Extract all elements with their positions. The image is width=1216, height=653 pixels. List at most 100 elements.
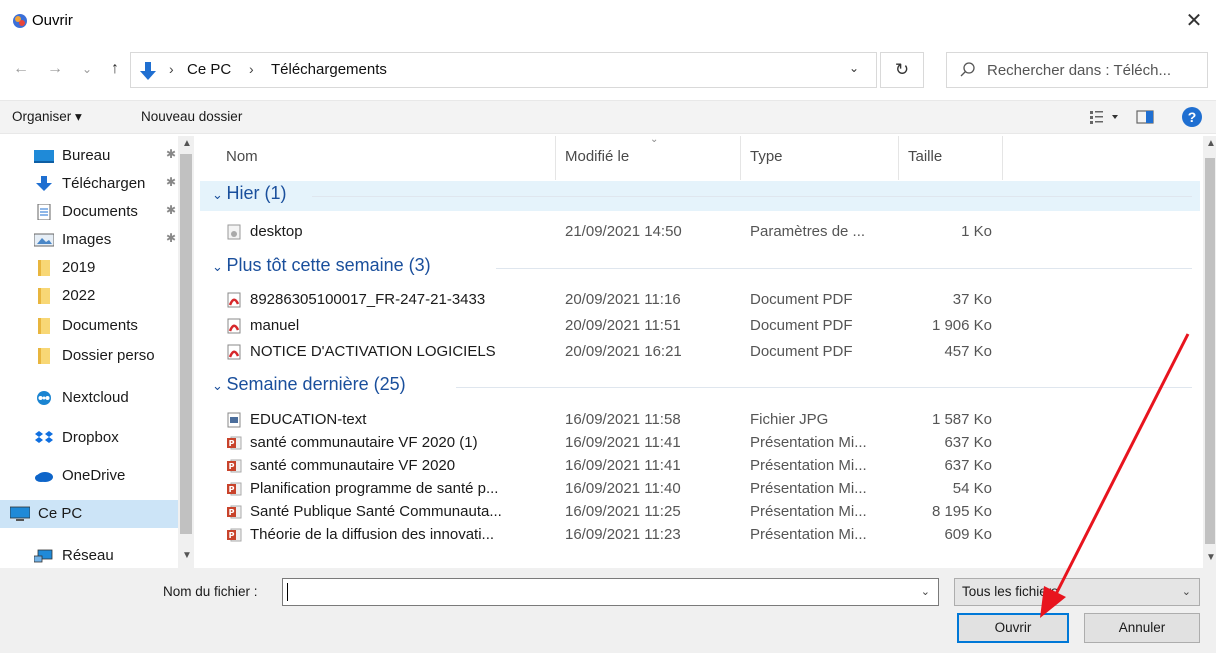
collapse-chevron-icon: ⌄ [212, 259, 227, 274]
column-divider[interactable] [555, 136, 556, 180]
forward-arrow-icon[interactable]: → [44, 58, 66, 80]
new-folder-button[interactable]: Nouveau dossier [141, 109, 242, 124]
help-icon[interactable]: ? [1182, 107, 1202, 127]
file-name: NOTICE D'ACTIVATION LOGICIELS [250, 343, 496, 360]
sidebar-item-nextcloud[interactable]: Nextcloud [10, 384, 180, 412]
file-modified: 20/09/2021 11:51 [565, 317, 681, 334]
sidebar-item-label: Documents [62, 317, 138, 334]
column-header-size[interactable]: Taille [908, 148, 942, 165]
breadcrumb-telechargements[interactable]: Téléchargements [271, 61, 387, 78]
pin-icon: ✱ [166, 147, 177, 161]
sidebar-item-label: OneDrive [62, 467, 126, 484]
sidebar-item-dropbox[interactable]: Dropbox [10, 424, 180, 452]
preview-pane-icon[interactable] [1136, 108, 1156, 126]
navigation-pane: Bureau ✱ Téléchargen ✱ Documents ✱ Image… [0, 136, 195, 568]
file-row[interactable]: NOTICE D'ACTIVATION LOGICIELS 20/09/2021… [200, 341, 1200, 363]
sidebar-item-2022[interactable]: 2022 [10, 282, 180, 310]
file-name: Théorie de la diffusion des innovati... [250, 526, 495, 543]
sidebar-item-label: Bureau [62, 147, 111, 164]
svg-text:P: P [229, 439, 235, 448]
sidebar-item-label: Réseau [62, 547, 114, 564]
column-divider[interactable] [898, 136, 899, 180]
file-size: 1 587 Ko [931, 411, 992, 428]
file-row[interactable]: 89286305100017_FR-247-21-3433 20/09/2021… [200, 289, 1200, 311]
sidebar-item-2019[interactable]: 2019 [10, 254, 180, 282]
app-icon [13, 14, 27, 28]
group-header[interactable]: ⌄ Plus tôt cette semaine (3) [200, 253, 1200, 283]
open-button[interactable]: Ouvrir [957, 613, 1069, 643]
file-row[interactable]: EDUCATION-text 16/09/2021 11:58 Fichier … [200, 409, 1200, 431]
back-arrow-icon[interactable]: ← [10, 58, 32, 80]
sidebar-item-documents-pinned[interactable]: Documents ✱ [10, 198, 180, 226]
address-bar[interactable]: › Ce PC › Téléchargements ⌄ [130, 52, 877, 88]
filename-input[interactable]: ⌄ [282, 578, 939, 606]
file-type: Paramètres de ... [750, 223, 866, 240]
command-bar: Organiser ▾ Nouveau dossier ? [0, 100, 1216, 134]
navigation-scrollbar-thumb[interactable] [180, 154, 192, 534]
file-name: 89286305100017_FR-247-21-3433 [250, 291, 486, 308]
navigation-bar: ← → ⌄ ↑ › Ce PC › Téléchargements ⌄ ↻ Re… [0, 50, 1216, 90]
file-name: santé communautaire VF 2020 [250, 457, 456, 474]
file-row[interactable]: manuel 20/09/2021 11:51 Document PDF 1 9… [200, 315, 1200, 337]
sidebar-item-onedrive[interactable]: OneDrive [10, 462, 180, 490]
file-type: Présentation Mi... [750, 526, 867, 543]
file-list-scrollbar-thumb[interactable] [1205, 158, 1215, 544]
powerpoint-icon: P [227, 528, 242, 542]
chevron-down-icon[interactable]: ⌄ [921, 585, 930, 598]
sidebar-item-label: Nextcloud [62, 389, 129, 406]
group-label: ⌄ Plus tôt cette semaine (3) [212, 255, 431, 276]
sidebar-item-telechargements[interactable]: Téléchargen ✱ [10, 170, 180, 198]
svg-text:P: P [229, 462, 235, 471]
file-row[interactable]: P santé communautaire VF 2020 16/09/2021… [200, 455, 1200, 477]
group-divider [312, 196, 1192, 197]
file-type-filter-select[interactable]: Tous les fichiers ⌄ [954, 578, 1200, 606]
file-row[interactable]: P Planification programme de santé p... … [200, 478, 1200, 500]
svg-text:P: P [229, 485, 235, 494]
file-row[interactable]: P santé communautaire VF 2020 (1) 16/09/… [200, 432, 1200, 454]
file-size: 37 Ko [952, 291, 992, 308]
scroll-down-icon[interactable]: ▼ [182, 550, 192, 561]
column-divider[interactable] [1002, 136, 1003, 180]
image-file-icon [227, 412, 241, 428]
folder-icon [38, 348, 50, 364]
sidebar-item-label: Téléchargen [62, 175, 146, 192]
file-type: Document PDF [750, 343, 853, 360]
sidebar-item-documents[interactable]: Documents [10, 312, 180, 340]
group-header[interactable]: ⌄ Hier (1) [200, 181, 1200, 211]
sidebar-item-ce-pc[interactable]: Ce PC [0, 500, 178, 528]
sidebar-item-label: Images [62, 231, 112, 248]
breadcrumb-ce-pc[interactable]: Ce PC [187, 61, 231, 78]
file-modified: 16/09/2021 11:40 [565, 480, 681, 497]
collapse-chevron-icon: ⌄ [212, 187, 227, 202]
desktop-icon [34, 150, 54, 163]
sidebar-item-images[interactable]: Images ✱ [10, 226, 180, 254]
scroll-up-icon[interactable]: ▲ [1206, 138, 1216, 149]
sidebar-item-bureau[interactable]: Bureau ✱ [10, 142, 180, 170]
search-input[interactable]: Rechercher dans : Téléch... [946, 52, 1208, 88]
file-row[interactable]: desktop 21/09/2021 14:50 Paramètres de .… [200, 221, 1200, 243]
scroll-up-icon[interactable]: ▲ [182, 138, 192, 149]
cancel-button[interactable]: Annuler [1084, 613, 1200, 643]
view-options-icon[interactable] [1088, 108, 1122, 126]
close-icon[interactable]: ✕ [1180, 8, 1208, 34]
refresh-icon[interactable]: ↻ [880, 52, 924, 88]
file-modified: 16/09/2021 11:41 [565, 434, 681, 451]
up-arrow-icon[interactable]: ↑ [104, 58, 126, 80]
sidebar-item-dossier-perso[interactable]: Dossier perso [10, 342, 180, 370]
sidebar-item-label: Dossier perso [62, 347, 155, 364]
file-row[interactable]: P Santé Publique Santé Communauta... 16/… [200, 501, 1200, 523]
column-header-type[interactable]: Type [750, 148, 783, 165]
sidebar-item-label: Dropbox [62, 429, 119, 446]
sidebar-item-reseau[interactable]: Réseau [10, 542, 180, 568]
address-dropdown-chevron-icon[interactable]: ⌄ [849, 61, 859, 75]
column-header-name[interactable]: Nom [226, 148, 258, 165]
folder-icon [38, 318, 50, 334]
scroll-down-icon[interactable]: ▼ [1206, 552, 1216, 563]
group-header[interactable]: ⌄ Semaine dernière (25) [200, 372, 1200, 402]
column-header-modified[interactable]: Modifié le [565, 148, 629, 165]
organize-menu-button[interactable]: Organiser ▾ [12, 109, 82, 125]
svg-text:P: P [229, 508, 235, 517]
column-divider[interactable] [740, 136, 741, 180]
file-row[interactable]: P Théorie de la diffusion des innovati..… [200, 524, 1200, 546]
recent-locations-chevron-icon[interactable]: ⌄ [76, 58, 98, 80]
